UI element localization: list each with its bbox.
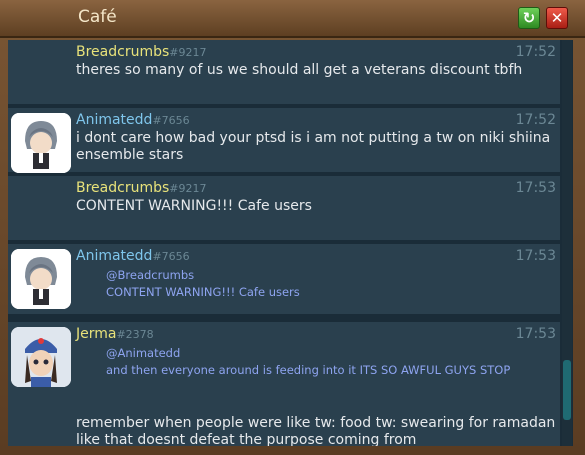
avatar[interactable] <box>11 327 71 387</box>
avatar[interactable] <box>11 249 71 309</box>
avatar[interactable] <box>11 113 71 173</box>
message-author[interactable]: Breadcrumbs#9217 <box>76 44 207 60</box>
message-author[interactable]: Animatedd#7656 <box>76 248 190 264</box>
title-bar[interactable]: Café ↻ ✕ <box>0 0 585 38</box>
quote-author: @Animatedd <box>106 346 181 360</box>
window-title: Café <box>78 7 117 27</box>
chat-log[interactable]: Breadcrumbs#9217 17:52 theres so many of… <box>8 40 573 446</box>
quote-text: and then everyone around is feeding into… <box>106 363 511 377</box>
message-time: 17:53 <box>515 248 556 264</box>
message-time: 17:53 <box>515 180 556 196</box>
close-icon: ✕ <box>550 9 564 27</box>
scrollbar-thumb[interactable] <box>563 360 571 420</box>
message-author[interactable]: Breadcrumbs#9217 <box>76 180 207 196</box>
chat-message: Animatedd#7656 17:53 @Breadcrumbs CONTEN… <box>8 244 560 314</box>
message-text: remember when people were like tw: food … <box>76 415 556 446</box>
refresh-icon: ↻ <box>522 9 536 27</box>
quote-author: @Breadcrumbs <box>106 268 195 282</box>
message-author[interactable]: Animatedd#7656 <box>76 112 190 128</box>
chat-message: Jerma#2378 17:53 @Animatedd and then eve… <box>8 322 560 446</box>
chat-message: Breadcrumbs#9217 17:53 CONTENT WARNING!!… <box>8 176 560 240</box>
message-time: 17:52 <box>515 44 556 60</box>
message-time: 17:53 <box>515 326 556 342</box>
message-time: 17:52 <box>515 112 556 128</box>
message-text: theres so many of us we should all get a… <box>76 62 523 78</box>
message-author[interactable]: Jerma#2378 <box>76 326 154 342</box>
message-text: CONTENT WARNING!!! Cafe users <box>76 198 312 214</box>
message-text: i dont care how bad your ptsd is i am no… <box>76 130 551 163</box>
chat-message: Breadcrumbs#9217 17:52 theres so many of… <box>8 40 560 104</box>
close-button[interactable]: ✕ <box>546 7 568 29</box>
refresh-button[interactable]: ↻ <box>518 7 540 29</box>
chat-message: Animatedd#7656 17:52 i dont care how bad… <box>8 108 560 173</box>
quote-text: CONTENT WARNING!!! Cafe users <box>106 285 300 299</box>
